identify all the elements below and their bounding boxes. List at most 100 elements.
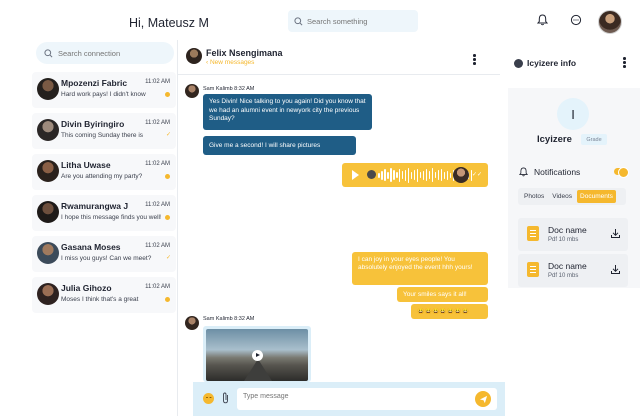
greeting: Hi, Mateusz M: [129, 16, 209, 30]
connection-preview: I hope this message finds you well!: [61, 214, 161, 221]
connection-preview: Hard work pays! I didn't know: [61, 91, 146, 98]
connection-item[interactable]: Gasana Moses 11:02 AM I miss you guys! C…: [32, 236, 176, 272]
message-bubble-sent: I can joy in your eyes people! You absol…: [352, 252, 488, 285]
file-icon: [527, 226, 539, 241]
document-item[interactable]: Doc name Pdf 10 mbs: [518, 218, 628, 251]
new-messages-label: ‹ New messages: [206, 59, 255, 66]
document-item[interactable]: Doc name Pdf 10 mbs: [518, 254, 628, 287]
bell-icon: [536, 14, 548, 26]
attach-icon[interactable]: [221, 392, 230, 404]
read-check-icon: ✓: [165, 255, 171, 261]
sender-avatar: [185, 84, 199, 98]
waveform-bar: [422, 170, 425, 180]
notifications-label: Notifications: [534, 167, 581, 177]
connection-preview: This coming Sunday there is: [61, 132, 144, 139]
profile-avatar: I: [557, 98, 589, 130]
read-check-icon: ✓✓: [471, 172, 482, 178]
waveform-bar: [449, 172, 452, 178]
connection-name: Gasana Moses: [61, 242, 121, 252]
search-icon: [44, 48, 53, 57]
waveform-bar: [395, 172, 398, 178]
message-composer: [193, 382, 505, 416]
download-icon[interactable]: [610, 264, 621, 275]
sender-label: Sam Kalimb 8:32 AM: [203, 86, 255, 92]
connection-item[interactable]: Mpozenzi Fabric 11:02 AM Hard work pays!…: [32, 72, 176, 108]
divider: [178, 74, 500, 75]
avatar: [37, 119, 59, 141]
waveform-bar: [434, 172, 437, 178]
message-field[interactable]: [237, 388, 497, 410]
message-bubble-sent: 😀😀😀😀😀😀😀: [411, 304, 488, 319]
waveform-bar: [407, 167, 410, 183]
connection-item[interactable]: Divin Byiringiro 11:02 AM This coming Su…: [32, 113, 176, 149]
waveform-bar: [389, 168, 392, 182]
media-tabs: Photos Videos Documents: [518, 188, 626, 205]
info-title: Icyizere info: [527, 58, 577, 68]
play-button-icon[interactable]: [252, 350, 263, 361]
connection-name: Rwamurangwa J: [61, 201, 129, 211]
download-icon[interactable]: [610, 228, 621, 239]
connection-time: 11:02 AM: [145, 202, 170, 208]
new-messages-text: New messages: [209, 59, 255, 66]
message-bubble-sent: Your smiles says it all!: [397, 287, 488, 302]
grade-badge: Grade: [581, 134, 607, 145]
connection-item[interactable]: Litha Uwase 11:02 AM Are you attending m…: [32, 154, 176, 190]
voice-message: ✓✓: [342, 163, 488, 187]
notifications-button[interactable]: [535, 13, 549, 27]
connection-time: 11:02 AM: [145, 161, 170, 167]
file-icon: [527, 262, 539, 277]
avatar: [37, 201, 59, 223]
messages-button[interactable]: [569, 13, 583, 27]
tab-videos[interactable]: Videos: [549, 190, 575, 203]
waveform-bar: [443, 171, 446, 179]
contact-avatar: [186, 48, 202, 64]
message-input[interactable]: [243, 393, 443, 400]
play-icon[interactable]: [352, 170, 359, 180]
connection-item[interactable]: Rwamurangwa J 11:02 AM I hope this messa…: [32, 195, 176, 231]
waveform-bar: [383, 169, 386, 181]
connection-time: 11:02 AM: [145, 79, 170, 85]
connection-time: 11:02 AM: [145, 120, 170, 126]
search-icon: [294, 16, 303, 25]
send-button[interactable]: [475, 391, 491, 407]
tab-documents[interactable]: Documents: [577, 190, 616, 203]
top-search-bar[interactable]: [288, 10, 418, 32]
chat-bubble-icon: [570, 14, 582, 26]
waveform-bar: [431, 168, 434, 182]
waveform-bar: [425, 169, 428, 181]
unread-dot: [165, 297, 170, 302]
avatar: [37, 78, 59, 100]
connection-item[interactable]: Julia Gihozo 11:02 AM Moses I think that…: [32, 277, 176, 313]
waveform-bar: [401, 171, 404, 179]
waveform-bar: [404, 169, 407, 181]
unread-dot: [165, 174, 170, 179]
contact-name: Felix Nsengimana: [206, 48, 283, 58]
video-attachment[interactable]: [203, 326, 311, 382]
waveform-bar: [398, 168, 401, 182]
connection-name: Litha Uwase: [61, 160, 111, 170]
sender-label: Sam Kalimb 8:32 AM: [203, 316, 255, 322]
profile-name: Icyizere: [537, 134, 572, 145]
connection-preview: I miss you guys! Can we meet?: [61, 255, 152, 262]
connection-name: Divin Byiringiro: [61, 119, 125, 129]
waveform-bar: [419, 172, 422, 178]
top-search-input[interactable]: [307, 16, 417, 26]
document-meta: Pdf 10 mbs: [548, 273, 579, 279]
tab-photos[interactable]: Photos: [521, 190, 547, 203]
chat-menu-button[interactable]: [473, 54, 476, 66]
unread-dot: [165, 92, 170, 97]
user-avatar[interactable]: [598, 10, 622, 34]
connection-search-bar[interactable]: [36, 42, 174, 64]
waveform-bar: [386, 171, 389, 179]
document-name: Doc name: [548, 261, 587, 271]
waveform-bar: [410, 171, 413, 179]
info-menu-button[interactable]: [623, 57, 626, 69]
notifications-toggle[interactable]: [614, 167, 629, 178]
waveform-bar: [437, 170, 440, 180]
bell-icon: [519, 167, 528, 177]
emoji-icon[interactable]: [203, 393, 214, 404]
avatar: [37, 242, 59, 264]
connection-search-input[interactable]: [58, 48, 168, 58]
audio-scrubber[interactable]: [367, 170, 376, 179]
waveform-bar: [380, 170, 383, 180]
